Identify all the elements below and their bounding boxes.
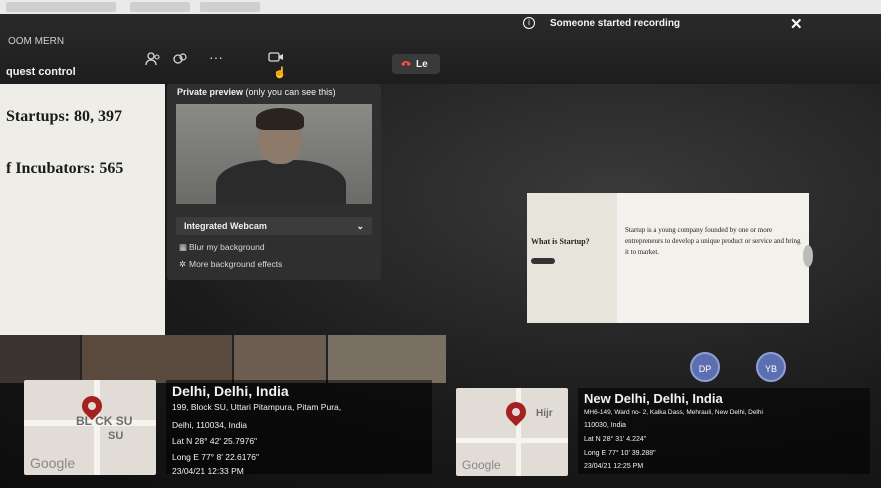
- location-city: New Delhi, Delhi, India: [584, 391, 723, 406]
- map-label: SU: [108, 430, 124, 442]
- leave-button[interactable]: Le: [392, 54, 440, 74]
- camera-select[interactable]: Integrated Webcam ⌄: [176, 217, 372, 235]
- location-address-line2: 110030, India: [584, 422, 626, 429]
- shared-slide-startup: What is Startup? Startup is a young comp…: [527, 193, 813, 323]
- participant-tile[interactable]: [328, 335, 446, 383]
- people-icon[interactable]: [145, 52, 161, 68]
- request-control-button[interactable]: quest control: [6, 66, 76, 78]
- map-road: [456, 438, 568, 443]
- private-preview-panel: Private preview (only you can see this) …: [167, 84, 381, 280]
- location-stamp-left: BL CK SU SU Google Delhi, Delhi, India 1…: [24, 380, 432, 480]
- map-label: BL CK SU: [76, 414, 133, 428]
- google-logo: Google: [30, 455, 76, 471]
- reactions-icon[interactable]: [173, 52, 187, 68]
- map-thumbnail: Hijr Google: [456, 388, 568, 476]
- slide-question: What is Startup?: [531, 237, 590, 246]
- preview-title: Private preview (only you can see this): [177, 87, 336, 97]
- person-body: [216, 160, 346, 204]
- location-latitude: Lat N 28° 31' 4.224": [584, 436, 647, 443]
- location-timestamp: 23/04/21 12:33 PM: [172, 466, 244, 476]
- more-icon[interactable]: ···: [209, 50, 223, 64]
- more-background-effects-label: More background effects: [189, 259, 283, 269]
- more-background-effects-option[interactable]: ✲ More background effects: [179, 259, 282, 270]
- location-info: Delhi, Delhi, India 199, Block SU, Uttar…: [166, 380, 432, 476]
- phone-icon: [400, 59, 412, 70]
- slide-answer: Startup is a young company founded by on…: [625, 226, 801, 256]
- preview-title-bold: Private preview: [177, 87, 244, 97]
- meeting-title: OOM MERN: [8, 36, 65, 47]
- location-latitude: Lat N 28° 42' 25.7976": [172, 436, 258, 446]
- participant-video-strip: [0, 335, 446, 383]
- map-pin-icon: [501, 397, 531, 427]
- camera-select-label: Integrated Webcam: [184, 221, 267, 231]
- info-icon: i: [523, 17, 535, 29]
- slide-decor-shape: [803, 245, 813, 267]
- preview-title-rest: (only you can see this): [243, 87, 336, 97]
- location-longitude: Long E 77° 10' 39.288": [584, 450, 656, 457]
- participant-avatar-dp[interactable]: DP: [690, 352, 720, 382]
- slide-line-startups: Startups: 80, 397: [6, 108, 123, 125]
- blur-background-option[interactable]: ▦ Blur my background: [179, 242, 265, 253]
- location-address-line2: Delhi, 110034, India: [172, 420, 247, 430]
- participant-avatar-yb[interactable]: YB: [756, 352, 786, 382]
- browser-tab-strip: [0, 0, 881, 14]
- map-label: Hijr: [536, 408, 553, 419]
- person-hair: [256, 108, 304, 130]
- browser-tab[interactable]: [6, 2, 116, 12]
- map-thumbnail: BL CK SU SU Google: [24, 380, 156, 475]
- participant-tile[interactable]: [82, 335, 232, 383]
- browser-tab[interactable]: [130, 2, 190, 12]
- location-city: Delhi, Delhi, India: [172, 383, 289, 399]
- participant-tile[interactable]: [0, 335, 80, 383]
- chevron-down-icon: ⌄: [356, 221, 364, 231]
- webcam-preview: [176, 104, 372, 204]
- cursor-pointer-icon: ☝: [273, 67, 287, 79]
- location-timestamp: 23/04/21 12:25 PM: [584, 463, 644, 470]
- location-stamp-right: Hijr Google New Delhi, Delhi, India MH6-…: [456, 388, 870, 488]
- participant-tile[interactable]: [234, 335, 326, 383]
- camera-icon[interactable]: [268, 50, 284, 66]
- slide-decor-bar: [531, 258, 555, 264]
- location-info: New Delhi, Delhi, India MH6-149, Ward no…: [578, 388, 870, 474]
- shared-slide: Startups: 80, 397 f Incubators: 565: [0, 84, 165, 339]
- effects-icon: ✲: [179, 259, 187, 269]
- recording-banner: i Someone started recording ✕: [510, 14, 810, 36]
- blur-icon: ▦: [179, 242, 188, 252]
- slide-line-incubators: f Incubators: 565: [6, 160, 124, 177]
- leave-label: Le: [416, 58, 428, 70]
- blur-background-label: Blur my background: [189, 242, 265, 252]
- close-icon[interactable]: ✕: [790, 15, 803, 33]
- location-address-line1: 199, Block SU, Uttari Pitampura, Pitam P…: [172, 402, 342, 412]
- google-logo: Google: [462, 458, 501, 472]
- location-longitude: Long E 77° 8' 22.6176": [172, 452, 259, 462]
- browser-tab[interactable]: [200, 2, 260, 12]
- recording-notice-text: Someone started recording: [550, 18, 681, 29]
- location-address-line1: MH6-149, Ward no- 2, Kalka Dass, Mehraul…: [584, 409, 763, 416]
